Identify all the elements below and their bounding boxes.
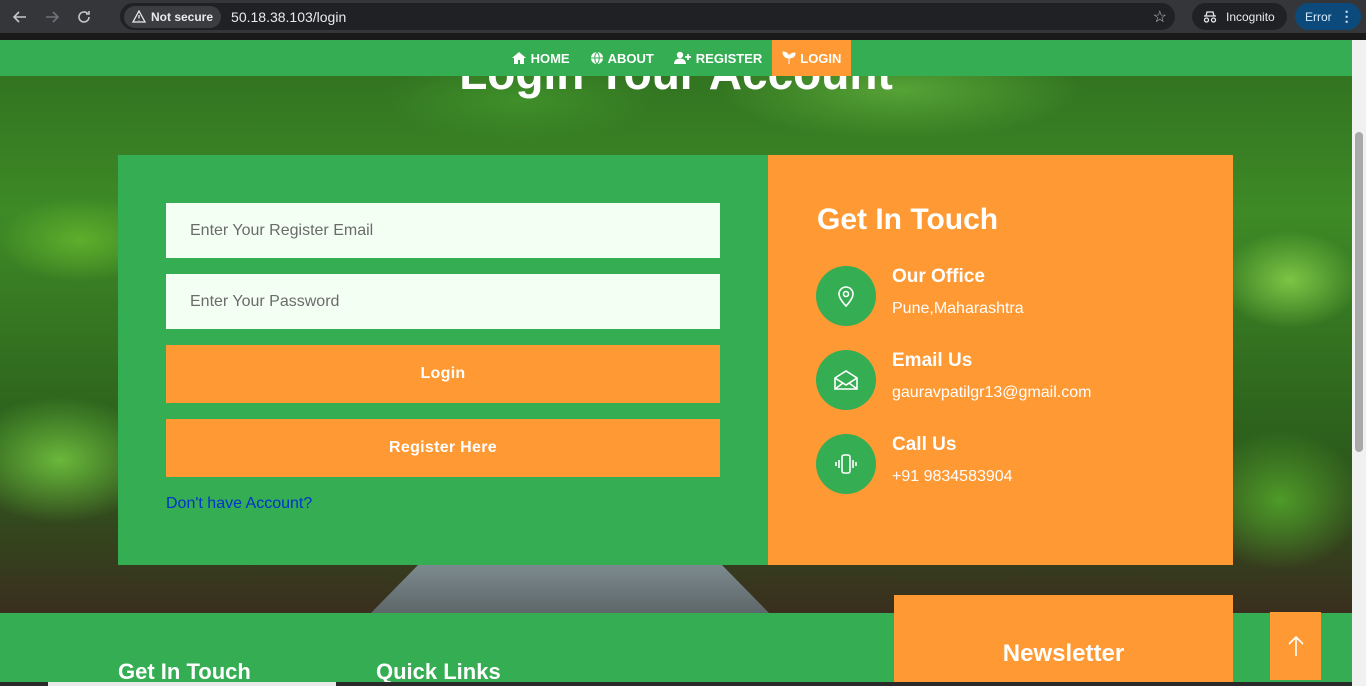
- horizontal-scrollbar[interactable]: [0, 682, 1352, 686]
- incognito-label: Incognito: [1226, 9, 1275, 24]
- horizontal-scrollbar-thumb[interactable]: [48, 682, 336, 686]
- error-label: Error: [1305, 9, 1332, 24]
- email-heading: Email Us: [892, 350, 973, 371]
- security-chip[interactable]: Not secure: [124, 5, 222, 28]
- office-heading: Our Office: [892, 266, 985, 287]
- newsletter-heading: Newsletter: [1002, 640, 1125, 667]
- seedling-icon: [782, 51, 796, 64]
- arrow-up-icon: [1287, 635, 1304, 656]
- password-input[interactable]: [166, 274, 720, 329]
- address-bar[interactable]: Not secure 50.18.38.103/login ☆: [120, 3, 1175, 30]
- url-text[interactable]: 50.18.38.103/login: [231, 9, 346, 25]
- bookmark-star-icon[interactable]: ☆: [1153, 7, 1167, 27]
- user-plus-icon: [673, 51, 691, 64]
- call-heading: Call Us: [892, 434, 957, 455]
- incognito-icon: [1203, 10, 1217, 23]
- stone-path: [370, 565, 770, 614]
- back-arrow-icon[interactable]: [8, 5, 32, 29]
- nav-label-about: ABOUT: [607, 50, 654, 66]
- register-here-button[interactable]: Register Here: [166, 419, 720, 477]
- warning-icon: [132, 10, 146, 23]
- scrollbar-thumb[interactable]: [1355, 132, 1363, 452]
- page-content: Login Your Account HOME ABOUT REGISTER L…: [0, 40, 1352, 686]
- contact-card: Get In Touch Our Office Pune,Maharashtra…: [768, 155, 1233, 565]
- office-value: Pune,Maharashtra: [892, 300, 1024, 317]
- contact-title: Get In Touch: [817, 203, 999, 236]
- vibrating-phone-icon: [816, 434, 876, 494]
- no-account-link[interactable]: Don't have Account?: [166, 495, 312, 513]
- main-navbar: HOME ABOUT REGISTER LOGIN: [0, 40, 1352, 76]
- email-value[interactable]: gauravpatilgr13@gmail.com: [892, 384, 1091, 402]
- login-card: Login Register Here Don't have Account?: [118, 155, 768, 565]
- home-icon: [511, 52, 526, 64]
- error-chip[interactable]: Error ⋮: [1295, 3, 1361, 30]
- email-input[interactable]: [166, 203, 720, 258]
- forward-arrow-icon[interactable]: [40, 5, 64, 29]
- envelope-open-icon: [816, 350, 876, 410]
- reload-icon[interactable]: [72, 5, 96, 29]
- nav-label-register: REGISTER: [695, 50, 763, 66]
- newsletter-box: Newsletter: [894, 595, 1233, 686]
- globe-icon: [590, 51, 603, 65]
- location-pin-icon: [816, 266, 876, 326]
- call-value[interactable]: +91 9834583904: [892, 468, 1013, 486]
- security-label: Not secure: [151, 9, 214, 24]
- incognito-chip[interactable]: Incognito: [1192, 3, 1287, 30]
- browser-toolbar: Not secure 50.18.38.103/login ☆ Incognit…: [0, 0, 1366, 33]
- nav-item-home[interactable]: HOME: [501, 40, 580, 76]
- nav-item-about[interactable]: ABOUT: [580, 40, 664, 76]
- nav-item-register[interactable]: REGISTER: [664, 40, 772, 76]
- menu-dots-icon[interactable]: ⋮: [1340, 8, 1354, 25]
- nav-label-home: HOME: [530, 50, 570, 66]
- login-button[interactable]: Login: [166, 345, 720, 403]
- nav-label-login: LOGIN: [800, 50, 842, 66]
- page-scrollbar[interactable]: [1352, 40, 1366, 686]
- nav-item-login[interactable]: LOGIN: [772, 40, 852, 76]
- back-to-top-button[interactable]: [1270, 612, 1321, 680]
